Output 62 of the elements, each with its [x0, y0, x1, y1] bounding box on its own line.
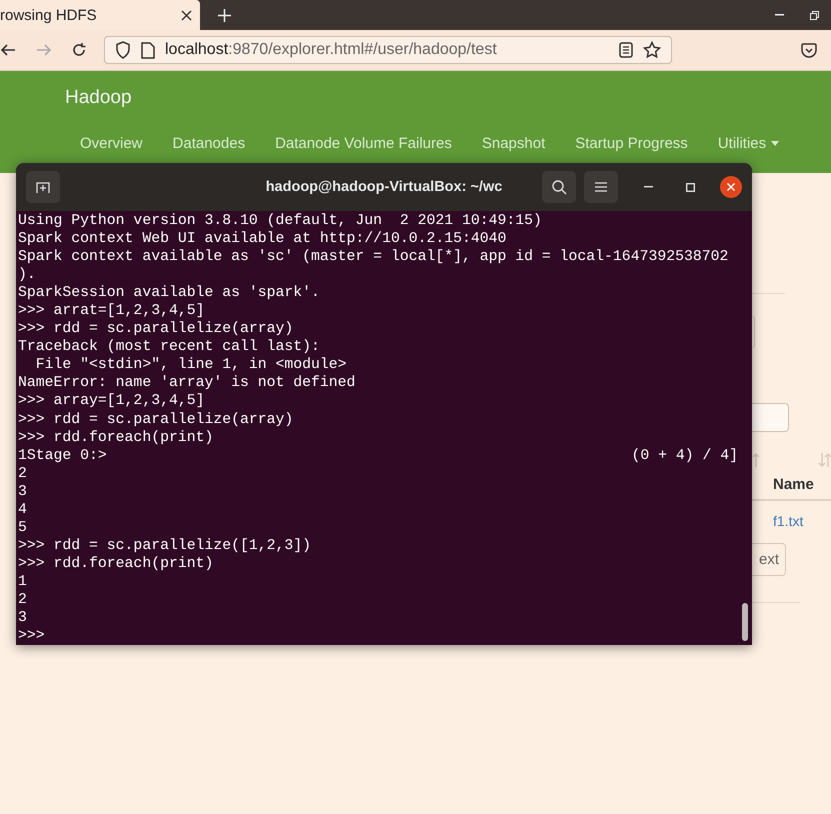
terminal-line: Traceback (most recent call last):	[18, 338, 320, 356]
nav-link[interactable]: Startup Progress	[575, 135, 688, 152]
star-icon[interactable]	[643, 41, 661, 59]
terminal-line: 4	[18, 500, 27, 519]
maximize-icon	[686, 182, 694, 192]
pocket-icon[interactable]	[801, 42, 817, 58]
window-title: hadoop@hadoop-VirtualBox: ~/wc	[266, 179, 502, 195]
terminal-line: >>> rdd = sc.parallelize([1,2,3])	[18, 536, 312, 555]
browser-tab[interactable]: rowsing HDFS	[0, 0, 200, 30]
search-icon	[552, 180, 566, 194]
terminal-line: 2	[18, 464, 27, 483]
terminal-line: NameError: name 'array' is not defined	[18, 374, 356, 392]
terminal-line: 1	[18, 572, 27, 591]
terminal-line: >>> array=[1,2,3,4,5]	[18, 392, 204, 411]
close-icon[interactable]	[181, 10, 192, 20]
terminal-line: Using Python version 3.8.10 (default, Jun 2 2021 10:49:15)	[18, 212, 542, 230]
terminal-line: 5	[18, 518, 27, 537]
caret-icon	[771, 141, 780, 146]
terminal-line: >>> rdd.foreach(print)	[18, 428, 214, 447]
terminal-line: >>> arrat=[1,2,3,4,5]	[18, 302, 204, 320]
close-button[interactable]	[720, 176, 742, 198]
file-link[interactable]: f1.txt	[773, 513, 804, 529]
next-button[interactable]: ext	[752, 543, 786, 576]
terminal-line: 3	[18, 609, 27, 628]
column-header[interactable]: Name	[773, 476, 814, 493]
address-bar[interactable]: localhost:9870/explorer.html#/user/hadoop/test	[104, 36, 672, 64]
brand-title[interactable]: Hadoop	[65, 87, 831, 109]
terminal-line: ).	[18, 266, 36, 284]
nav-link[interactable]: Datanodes	[172, 135, 246, 152]
shield-icon[interactable]	[115, 41, 131, 59]
terminal-line: Spark context Web UI available at http://10.0.2.15:4040	[18, 230, 506, 248]
terminal-line: >>> rdd = sc.parallelize(array)	[18, 410, 294, 429]
minimize-icon[interactable]	[775, 14, 784, 16]
terminal-line: SparkSession available as 'spark'.	[18, 284, 320, 302]
new-tab-button[interactable]	[26, 171, 60, 203]
scrollbar[interactable]	[742, 603, 748, 641]
restore-icon[interactable]	[810, 10, 819, 20]
filter-field[interactable]	[752, 403, 789, 432]
terminal-line: 2	[18, 590, 27, 610]
nav-link[interactable]: Datanode Volume Failures	[275, 135, 452, 152]
terminal-line: 3	[18, 482, 27, 501]
nav-link[interactable]: Snapshot	[482, 135, 546, 152]
page-icon[interactable]	[141, 42, 155, 58]
terminal-line: Spark context available as 'sc' (master = local[*], app id = local-1647392538702	[18, 248, 728, 266]
url-text: localhost:9870/explorer.html#/user/hadoop/test	[165, 41, 497, 59]
terminal-line: >>> rdd = sc.parallelize(array)	[18, 320, 294, 338]
nav-link[interactable]: Overview	[80, 135, 143, 152]
new-tab-icon	[36, 180, 50, 194]
new-tab-icon[interactable]	[218, 8, 231, 22]
terminal-line: >>>	[18, 627, 45, 645]
reload-icon[interactable]	[70, 41, 88, 59]
reader-icon[interactable]	[619, 42, 633, 58]
search-button[interactable]	[542, 171, 576, 203]
minimize-icon	[644, 186, 652, 188]
nav-dropdown[interactable]: Utilities	[718, 135, 780, 152]
menu-button[interactable]	[584, 171, 618, 203]
terminal-line: File "<stdin>", line 1, in <module>	[34, 356, 347, 374]
close-icon	[727, 183, 735, 191]
terminal-line: 1Stage 0:>	[18, 446, 107, 465]
progress-text: (0 + 4) / 4]	[631, 446, 738, 465]
terminal-line: >>> rdd.foreach(print)	[18, 554, 214, 573]
menu-icon	[595, 182, 607, 192]
